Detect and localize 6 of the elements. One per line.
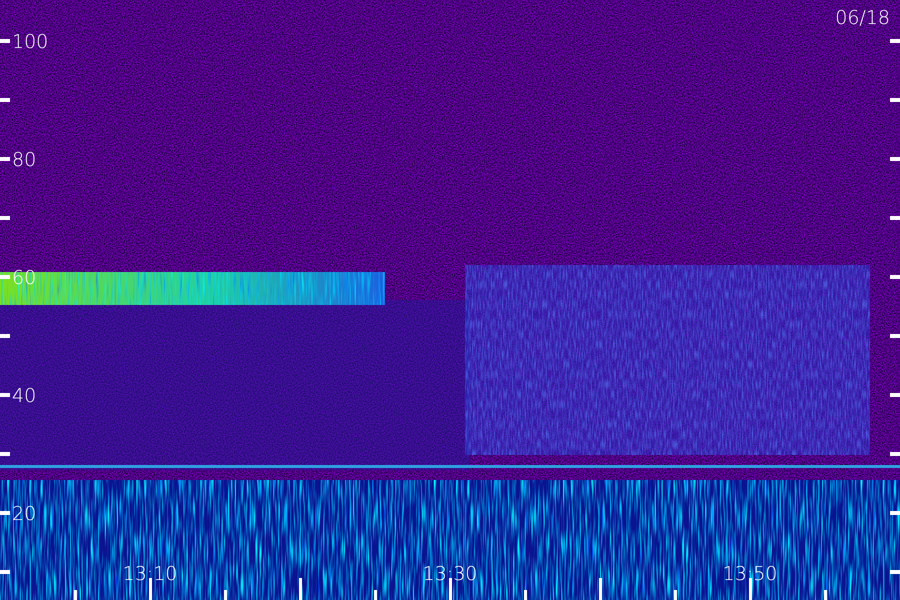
date-label: 06/18: [835, 7, 890, 29]
y-axis-label: 80: [12, 149, 36, 171]
y-axis-label: 60: [12, 267, 36, 289]
y-axis-label: 40: [12, 385, 36, 407]
y-axis-label: 20: [12, 503, 36, 525]
y-axis-label: 100: [12, 31, 48, 53]
